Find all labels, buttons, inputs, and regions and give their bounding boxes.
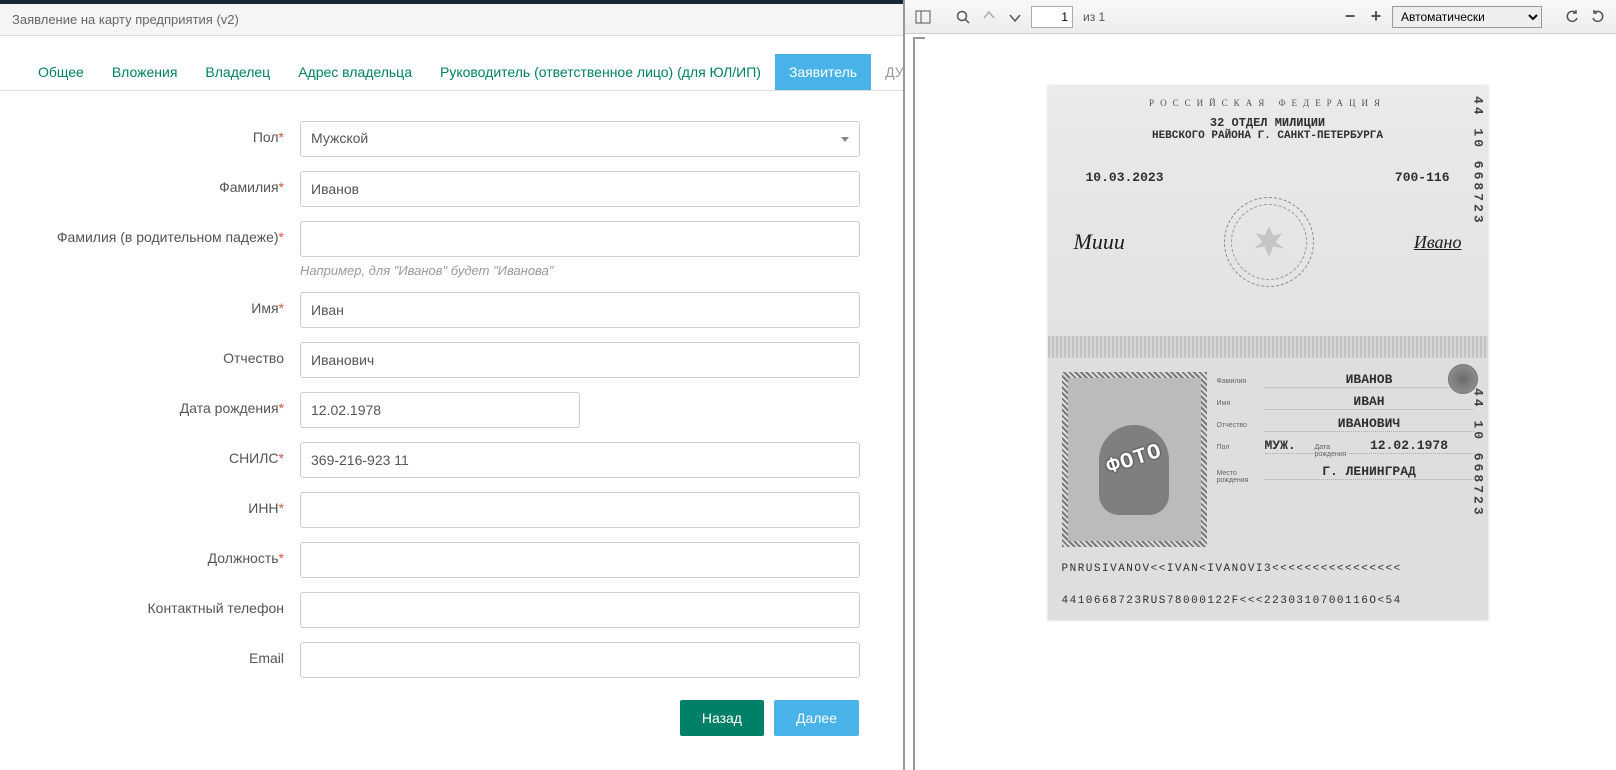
passport-sex: МУЖ. [1265,438,1315,454]
page-number-input[interactable] [1031,6,1073,28]
rotate-ccw-icon[interactable] [1588,7,1608,27]
passport-photo-frame: ФОТО [1062,372,1207,547]
zoom-out-icon[interactable]: − [1340,7,1360,27]
tab-general[interactable]: Общее [24,54,98,90]
pdf-viewer: из 1 − + Автоматически РОССИЙСКАЯ ФЕДЕРА… [905,0,1616,770]
scan-edge [913,37,925,770]
form: Пол* Мужской Фамилия* Фамилия (в родител… [0,91,903,736]
passport-serial-bottom: 44 10 668723 [1471,388,1486,518]
passport-dept-2: НЕВСКОГО РАЙОНА Г. САНКТ-ПЕТЕРБУРГА [1066,130,1470,142]
sidebar-toggle-icon[interactable] [913,7,933,27]
label-patronymic: Отчество [0,342,300,366]
chevron-down-icon [841,137,849,142]
passport-bottom-page: ФОТО ФамилияИВАНОВ ИмяИВАН ОтчествоИВАНО… [1048,358,1488,620]
passport-issue-date: 10.03.2023 [1086,170,1164,185]
tab-attachments[interactable]: Вложения [98,54,192,90]
search-icon[interactable] [953,7,973,27]
passport-scan: РОССИЙСКАЯ ФЕДЕРАЦИЯ 32 ОТДЕЛ МИЛИЦИИ НЕ… [1048,86,1488,620]
email-input[interactable] [300,642,860,678]
label-lastname-gen: Фамилия (в родительном падеже)* [0,221,300,245]
passport-patronymic: ИВАНОВИЧ [1265,416,1474,432]
left-pane: Заявление на карту предприятия (v2) Обще… [0,0,905,770]
tab-manager[interactable]: Руководитель (ответственное лицо) (для Ю… [426,54,775,90]
next-button[interactable]: Далее [774,700,859,736]
label-birthdate: Дата рождения* [0,392,300,416]
patronymic-input[interactable] [300,342,860,378]
passport-mrz-1: PNRUSIVANOV<<IVAN<IVANOVI3<<<<<<<<<<<<<<… [1062,561,1474,579]
label-snils: СНИЛС* [0,442,300,466]
rotate-cw-icon[interactable] [1562,7,1582,27]
passport-mrz-2: 4410668723RUS78000122F<<<2230310700116O<… [1062,593,1474,611]
label-lastname: Фамилия* [0,171,300,195]
label-inn: ИНН* [0,492,300,516]
passport-country: РОССИЙСКАЯ ФЕДЕРАЦИЯ [1066,98,1470,108]
passport-firstname: ИВАН [1265,394,1474,410]
tab-owner[interactable]: Владелец [191,54,284,90]
passport-perforation [1048,336,1488,358]
pdf-toolbar: из 1 − + Автоматически [905,0,1616,34]
page-title: Заявление на карту предприятия (v2) [0,4,903,36]
label-position: Должность* [0,542,300,566]
lastname-gen-hint: Например, для "Иванов" будет "Иванова" [300,263,860,278]
snils-input[interactable] [300,442,860,478]
pdf-content[interactable]: РОССИЙСКАЯ ФЕДЕРАЦИЯ 32 ОТДЕЛ МИЛИЦИИ НЕ… [905,34,1616,770]
label-phone: Контактный телефон [0,592,300,616]
passport-photo: ФОТО [1068,378,1201,541]
tab-owner-address[interactable]: Адрес владельца [284,54,426,90]
passport-dept-1: 32 ОТДЕЛ МИЛИЦИИ [1066,116,1470,130]
phone-input[interactable] [300,592,860,628]
tab-applicant[interactable]: Заявитель [775,54,871,90]
zoom-in-icon[interactable]: + [1366,7,1386,27]
lastname-gen-input[interactable] [300,221,860,257]
birthdate-input[interactable] [300,392,580,428]
position-input[interactable] [300,542,860,578]
label-gender: Пол* [0,121,300,145]
passport-birthplace: Г. ЛЕНИНГРАД [1265,464,1474,480]
passport-serial-top: 44 10 668723 [1471,96,1486,226]
label-firstname: Имя* [0,292,300,316]
label-email: Email [0,642,300,666]
firstname-input[interactable] [300,292,860,328]
passport-signature-officer: Миии [1074,229,1125,255]
inn-input[interactable] [300,492,860,528]
passport-signature-holder: Ивано [1414,232,1462,253]
gender-select[interactable]: Мужской [300,121,860,157]
passport-seal [1224,197,1314,287]
zoom-select[interactable]: Автоматически [1392,6,1542,28]
tabs: Общее Вложения Владелец Адрес владельца … [0,36,903,91]
passport-lastname: ИВАНОВ [1265,372,1474,388]
passport-top-page: РОССИЙСКАЯ ФЕДЕРАЦИЯ 32 ОТДЕЛ МИЛИЦИИ НЕ… [1048,86,1488,336]
next-page-icon[interactable] [1005,7,1025,27]
passport-dept-code: 700-116 [1395,170,1450,185]
lastname-input[interactable] [300,171,860,207]
page-count: из 1 [1083,10,1105,24]
passport-dob: 12.02.1978 [1345,438,1474,454]
tab-applicant-dul[interactable]: ДУЛ заявителя [871,54,905,90]
prev-page-icon[interactable] [979,7,999,27]
back-button[interactable]: Назад [680,700,764,736]
